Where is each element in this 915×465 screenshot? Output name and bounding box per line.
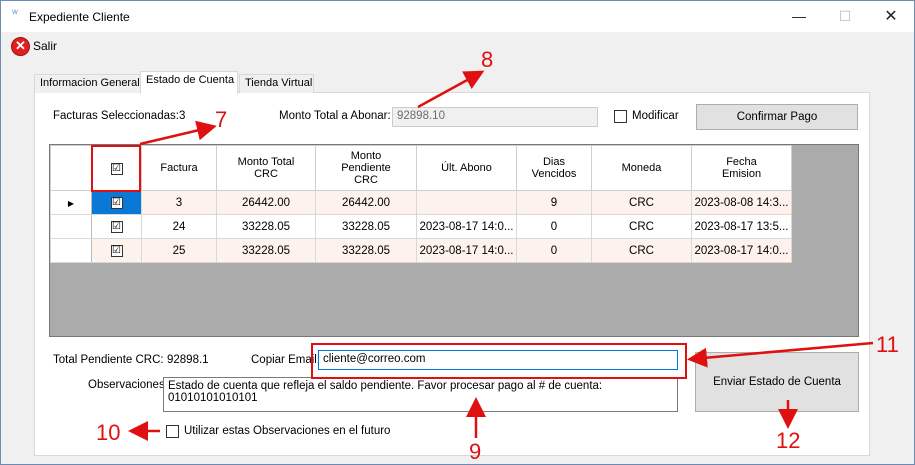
- cell-monto-pendiente[interactable]: 33228.05: [315, 214, 417, 239]
- title-bar: W Expediente Cliente — ☐ ✕: [1, 1, 914, 32]
- row-select-cell[interactable]: ☑: [91, 214, 142, 239]
- future-observations-checkbox[interactable]: [166, 425, 179, 438]
- close-circle-icon: ✕: [11, 36, 30, 56]
- close-window-button[interactable]: ✕: [868, 1, 914, 32]
- maximize-button[interactable]: ☐: [822, 1, 868, 32]
- window-title: Expediente Cliente: [29, 10, 130, 24]
- row-select-cell[interactable]: ☑: [91, 190, 142, 215]
- table-row[interactable]: ▶ ☑ 3 26442.00 26442.00 9 CRC 2023-08-08…: [50, 190, 792, 215]
- cell-dias-vencidos[interactable]: 0: [516, 214, 592, 239]
- col-header-ult-abono[interactable]: Últ. Abono: [416, 145, 517, 191]
- cell-moneda[interactable]: CRC: [591, 214, 692, 239]
- table-row[interactable]: ☑ 24 33228.05 33228.05 2023-08-17 14:0..…: [50, 214, 792, 239]
- total-pending-value: 92898.1: [167, 354, 209, 366]
- annotation-8: 8: [481, 47, 494, 72]
- row-header-corner: [50, 145, 92, 191]
- col-header-moneda[interactable]: Moneda: [591, 145, 692, 191]
- exit-label: Salir: [33, 39, 58, 53]
- col-header-fecha-emision[interactable]: Fecha Emision: [691, 145, 792, 191]
- app-icon: W: [12, 10, 18, 16]
- menu-bar: ✕ Salir: [1, 32, 914, 60]
- col-header-monto-pendiente[interactable]: Monto Pendiente CRC: [315, 145, 417, 191]
- selected-invoices-count: 3: [179, 110, 186, 122]
- tab-estado-de-cuenta[interactable]: Estado de Cuenta: [140, 71, 238, 94]
- table-row[interactable]: ☑ 25 33228.05 33228.05 2023-08-17 14:0..…: [50, 238, 792, 263]
- total-to-pay-field: 92898.10: [392, 107, 598, 127]
- cell-monto-pendiente[interactable]: 33228.05: [315, 238, 417, 263]
- cell-monto-total[interactable]: 33228.05: [216, 238, 316, 263]
- col-header-dias-vencidos[interactable]: Dias Vencidos: [516, 145, 592, 191]
- invoices-grid: ☑ Factura Monto Total CRC Monto Pendient…: [49, 144, 859, 337]
- annotation-9: 9: [469, 439, 482, 464]
- cell-moneda[interactable]: CRC: [591, 238, 692, 263]
- row-header[interactable]: ▶: [50, 190, 92, 215]
- annotation-11: 11: [876, 332, 899, 357]
- copy-email-label: Copiar Email:: [251, 354, 321, 366]
- cell-factura[interactable]: 3: [141, 190, 217, 215]
- cell-dias-vencidos[interactable]: 9: [516, 190, 592, 215]
- minimize-button[interactable]: —: [776, 1, 822, 32]
- annotation-10: 10: [96, 420, 121, 445]
- cell-fecha-emision[interactable]: 2023-08-17 14:0...: [691, 238, 792, 263]
- annotation-12: 12: [776, 428, 801, 453]
- cell-ult-abono[interactable]: 2023-08-17 14:0...: [416, 214, 517, 239]
- cell-monto-pendiente[interactable]: 26442.00: [315, 190, 417, 215]
- tab-tienda-virtual[interactable]: Tienda Virtual: [239, 74, 314, 93]
- observations-textarea[interactable]: Estado de cuenta que refleja el saldo pe…: [163, 377, 678, 412]
- selected-invoices-label: Facturas Seleccionadas:: [53, 110, 179, 122]
- row-select-cell[interactable]: ☑: [91, 238, 142, 263]
- current-row-indicator-icon: ▶: [67, 198, 75, 208]
- send-statement-button[interactable]: Enviar Estado de Cuenta: [695, 352, 859, 412]
- tab-informacion-general[interactable]: Informacion General: [34, 74, 141, 93]
- col-header-monto-total[interactable]: Monto Total CRC: [216, 145, 316, 191]
- confirm-payment-button[interactable]: Confirmar Pago: [696, 104, 858, 130]
- cell-moneda[interactable]: CRC: [591, 190, 692, 215]
- cell-fecha-emision[interactable]: 2023-08-08 14:3...: [691, 190, 792, 215]
- cell-factura[interactable]: 25: [141, 238, 217, 263]
- cell-monto-total[interactable]: 33228.05: [216, 214, 316, 239]
- row-header[interactable]: [50, 214, 92, 239]
- modify-label: Modificar: [632, 110, 679, 122]
- cell-ult-abono[interactable]: [416, 190, 517, 215]
- total-to-pay-label: Monto Total a Abonar:: [279, 110, 391, 122]
- col-header-factura[interactable]: Factura: [141, 145, 217, 191]
- cell-fecha-emision[interactable]: 2023-08-17 13:5...: [691, 214, 792, 239]
- exit-button[interactable]: ✕ Salir: [11, 36, 57, 56]
- cell-factura[interactable]: 24: [141, 214, 217, 239]
- annotation-box-email: [311, 343, 687, 379]
- future-observations-label: Utilizar estas Observaciones en el futur…: [184, 425, 391, 437]
- annotation-7: 7: [215, 107, 228, 132]
- cell-dias-vencidos[interactable]: 0: [516, 238, 592, 263]
- row-checkbox[interactable]: ☑: [110, 245, 123, 257]
- row-header[interactable]: [50, 238, 92, 263]
- cell-ult-abono[interactable]: 2023-08-17 14:0...: [416, 238, 517, 263]
- observations-label: Observaciones:: [88, 379, 168, 391]
- total-pending-label: Total Pendiente CRC:: [53, 354, 164, 366]
- row-checkbox[interactable]: ☑: [110, 221, 123, 233]
- modify-checkbox[interactable]: [614, 110, 627, 123]
- annotation-box-select-all: [91, 145, 141, 192]
- cell-monto-total[interactable]: 26442.00: [216, 190, 316, 215]
- row-checkbox[interactable]: ☑: [110, 197, 123, 209]
